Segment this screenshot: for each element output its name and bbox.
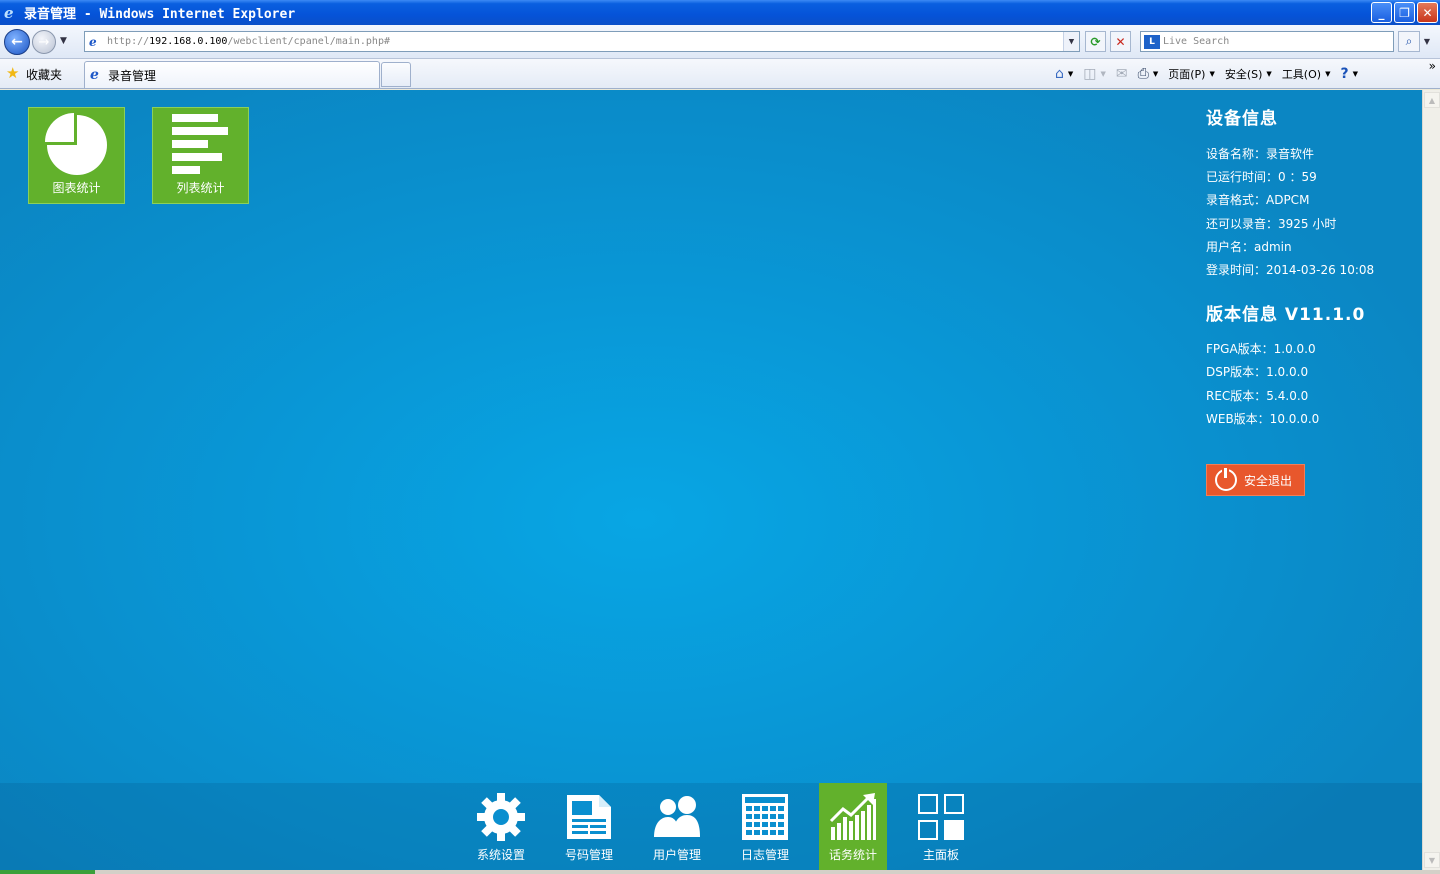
address-dropdown-icon[interactable]: ▼ <box>1063 32 1079 51</box>
version-info-heading: 版本信息 V11.1.0 <box>1206 305 1366 326</box>
dock-system-settings[interactable]: 系统设置 <box>467 783 535 870</box>
device-info-panel: 设备信息 设备名称：录音软件 已运行时间：0 ：59 录音格式：ADPCM 还可… <box>1206 104 1416 431</box>
live-search-icon: L <box>1144 34 1160 49</box>
stop-button[interactable]: ✕ <box>1110 31 1131 52</box>
login-time-row: 登录时间：2014-03-26 10:08 <box>1206 263 1375 278</box>
forward-button[interactable]: → <box>32 30 56 54</box>
refresh-button[interactable]: ⟳ <box>1085 31 1106 52</box>
search-placeholder: Live Search <box>1163 36 1230 47</box>
dock-label: 话务统计 <box>828 848 877 862</box>
more-chevron-icon[interactable]: » <box>1429 59 1436 73</box>
scroll-down-icon[interactable]: ▼ <box>1424 852 1440 868</box>
search-options-dropdown[interactable]: ▼ <box>1421 31 1433 52</box>
page-menu[interactable]: 页面(P) ▼ <box>1163 63 1220 85</box>
mail-button[interactable]: ✉ <box>1111 63 1133 85</box>
mail-icon: ✉ <box>1115 66 1128 82</box>
dock-user-management[interactable]: 用户管理 <box>643 783 711 870</box>
tab-toolbar: ★ 收藏夹 e 录音管理 ⌂ ▼ ◫ ▼ ✉ ⎙ ▼ 页面(P) ▼ 安全(S) ▼ 工具… <box>0 59 1440 89</box>
web-version-row: WEB版本：10.0.0.0 <box>1206 411 1320 426</box>
dock-label: 用户管理 <box>652 848 701 862</box>
bar-list-icon <box>172 114 228 174</box>
url-path: /webclient/cpanel/main.php# <box>227 36 390 47</box>
dsp-version-row: DSP版本：1.0.0.0 <box>1206 365 1309 380</box>
remaining-time-row: 还可以录音：3925 小时 <box>1206 216 1337 231</box>
feeds-button[interactable]: ◫ ▼ <box>1078 63 1111 85</box>
dock-log-management[interactable]: 日志管理 <box>731 783 799 870</box>
tab-label: 录音管理 <box>108 68 157 83</box>
calendar-icon <box>742 794 788 840</box>
search-input[interactable]: L Live Search <box>1140 31 1394 52</box>
favorites-star-icon[interactable]: ★ <box>6 66 19 81</box>
home-icon: ⌂ <box>1055 66 1064 82</box>
new-tab-button[interactable] <box>381 62 411 87</box>
restore-button[interactable]: ❐ <box>1394 2 1415 23</box>
scroll-up-icon[interactable]: ▲ <box>1424 92 1440 108</box>
safety-menu[interactable]: 安全(S) ▼ <box>1220 63 1277 85</box>
logout-label: 安全退出 <box>1244 473 1293 488</box>
minimize-button[interactable]: _ <box>1371 2 1392 23</box>
rec-version-row: REC版本：5.4.0.0 <box>1206 388 1309 403</box>
page-viewport: 图表统计 列表统计 设备信息 设备名称：录音软件 已运行时间：0 ：59 录音格… <box>0 90 1422 870</box>
back-button[interactable]: ← <box>4 29 30 55</box>
tile-label: 列表统计 <box>176 181 225 195</box>
grid-icon <box>918 794 964 840</box>
device-info-heading: 设备信息 <box>1206 109 1278 129</box>
tile-label: 图表统计 <box>52 181 101 195</box>
users-icon <box>654 796 700 837</box>
record-format-row: 录音格式：ADPCM <box>1206 193 1310 208</box>
rss-feed-icon: ◫ <box>1083 66 1097 82</box>
window-titlebar: e 录音管理 - Windows Internet Explorer _ ❐ ✕ <box>0 0 1440 25</box>
home-button[interactable]: ⌂ ▼ <box>1050 63 1078 85</box>
history-dropdown-icon[interactable]: ▼ <box>60 36 67 46</box>
favorites-button[interactable]: 收藏夹 <box>26 66 62 83</box>
command-bar: ⌂ ▼ ◫ ▼ ✉ ⎙ ▼ 页面(P) ▼ 安全(S) ▼ 工具(O) ▼ ? ▼ <box>1050 63 1363 85</box>
dock-traffic-statistics[interactable]: 话务统计 <box>819 783 887 870</box>
dock-label: 日志管理 <box>740 848 789 862</box>
fpga-version-row: FPGA版本：1.0.0.0 <box>1206 342 1316 357</box>
url-host: 192.168.0.100 <box>149 36 228 47</box>
ie-logo-icon: e <box>4 3 14 22</box>
username-row: 用户名：admin <box>1206 239 1292 254</box>
dock-main-panel[interactable]: 主面板 <box>907 783 975 870</box>
printer-icon: ⎙ <box>1137 66 1149 82</box>
tools-menu[interactable]: 工具(O) ▼ <box>1277 63 1336 85</box>
help-button[interactable]: ? ▼ <box>1335 63 1363 85</box>
tile-list-statistics[interactable]: 列表统计 <box>152 107 249 204</box>
pie-chart-icon <box>45 113 107 175</box>
close-window-button[interactable]: ✕ <box>1417 2 1438 23</box>
uptime-row: 已运行时间：0 ：59 <box>1206 170 1317 185</box>
tab-page-icon: e <box>90 67 99 83</box>
status-progress <box>0 870 95 874</box>
page-icon: e <box>89 34 97 49</box>
search-button[interactable]: ⌕ <box>1398 31 1420 52</box>
dock-label: 号码管理 <box>564 848 613 862</box>
growth-chart-icon <box>829 793 876 840</box>
window-title: 录音管理 - Windows Internet Explorer <box>24 7 296 22</box>
dock-label: 系统设置 <box>476 848 525 862</box>
dock-label: 主面板 <box>922 848 959 862</box>
bottom-dock: 系统设置 号码管理 用户管理 日志管理 话务统计 主面板 <box>0 783 1422 870</box>
status-bar <box>0 870 1440 874</box>
window-controls: _ ❐ ✕ <box>1371 2 1438 23</box>
tile-chart-statistics[interactable]: 图表统计 <box>28 107 125 204</box>
power-icon <box>1215 468 1237 491</box>
address-toolbar: ← → ▼ e http:// 192.168.0.100 /webclient… <box>0 25 1440 59</box>
url-prefix: http:// <box>107 36 150 47</box>
help-icon: ? <box>1340 66 1349 82</box>
tab-recording-management[interactable]: e 录音管理 <box>84 61 380 88</box>
logout-button[interactable]: 安全退出 <box>1206 464 1305 496</box>
device-name-row: 设备名称：录音软件 <box>1206 147 1315 161</box>
vertical-scrollbar[interactable]: ▲ ▼ <box>1422 90 1440 870</box>
document-icon <box>567 795 611 839</box>
print-button[interactable]: ⎙ ▼ <box>1133 63 1164 85</box>
gear-icon <box>477 793 525 841</box>
address-input[interactable]: e http:// 192.168.0.100 /webclient/cpane… <box>84 31 1080 52</box>
dock-number-management[interactable]: 号码管理 <box>555 783 623 870</box>
